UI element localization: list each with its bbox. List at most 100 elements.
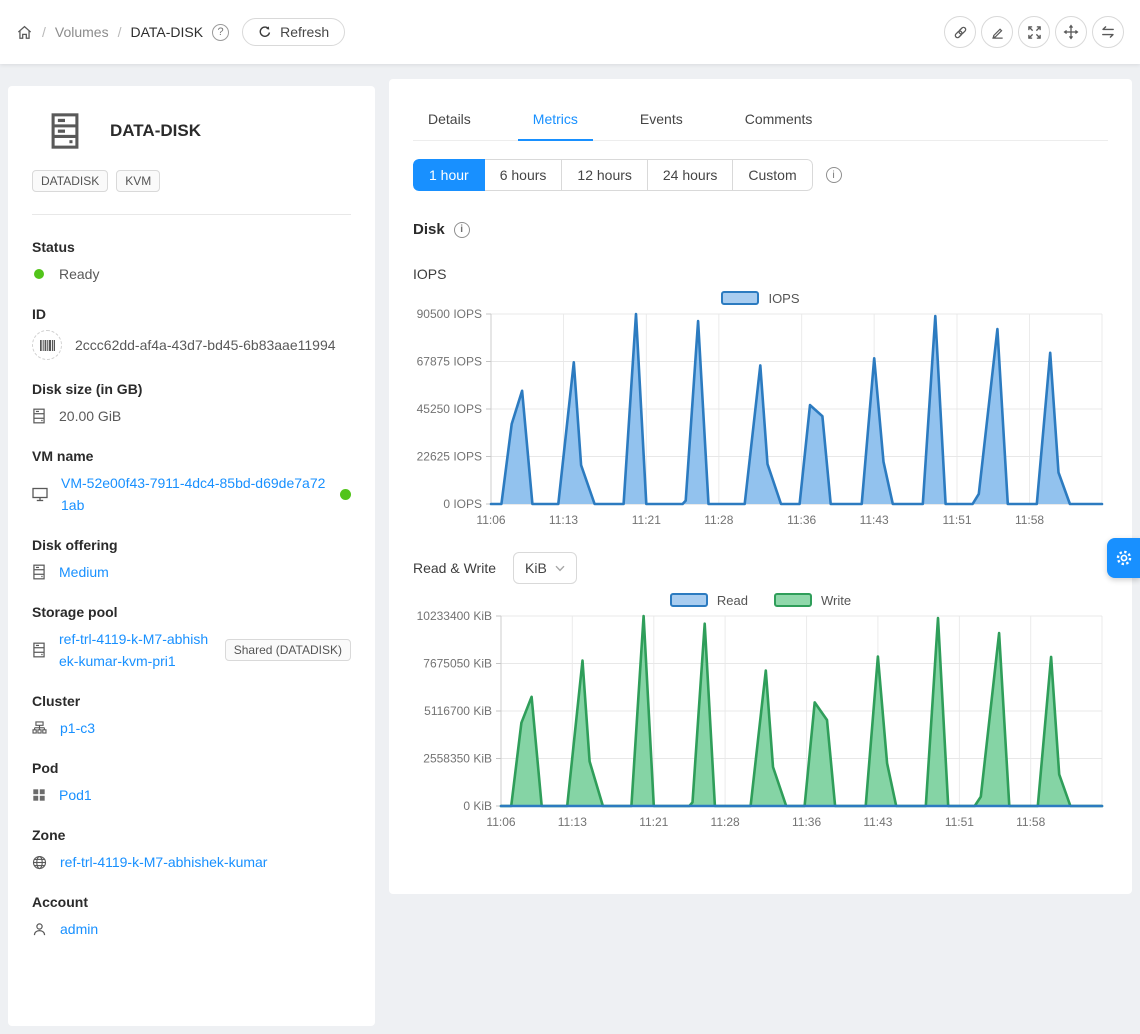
unit-select-value: KiB	[525, 560, 547, 576]
fullscreen-icon	[1027, 25, 1042, 40]
user-icon	[32, 922, 47, 937]
gear-icon	[1115, 549, 1133, 567]
readwrite-chart-canvas: 0 KiB2558350 KiB5116700 KiB7675050 KiB10…	[413, 610, 1108, 828]
svg-text:11:43: 11:43	[863, 815, 892, 828]
migrate-volume-button[interactable]	[1055, 16, 1087, 48]
time-range-1-hour[interactable]: 1 hour	[413, 159, 485, 191]
field-zone: Zone ref-trl-4119-k-M7-abhishek-kumar	[32, 827, 351, 873]
svg-text:45250 IOPS: 45250 IOPS	[417, 402, 482, 416]
resource-tags: DATADISK KVM	[32, 170, 351, 192]
time-range-group: 1 hour 6 hours 12 hours 24 hours Custom	[413, 159, 813, 191]
legend-label: Write	[821, 593, 851, 608]
desktop-icon	[32, 487, 48, 502]
swap-volume-button[interactable]	[1092, 16, 1124, 48]
pod-link[interactable]: Pod1	[59, 784, 92, 806]
legend-chip	[774, 593, 812, 607]
time-range-24-hours[interactable]: 24 hours	[648, 159, 733, 191]
field-storage-pool: Storage pool ref-trl-4119-k-M7-abhishek-…	[32, 604, 351, 672]
svg-text:90500 IOPS: 90500 IOPS	[417, 308, 482, 321]
disk-section-title: Disk i	[413, 221, 1108, 238]
move-icon	[1063, 24, 1079, 40]
time-range-row: 1 hour 6 hours 12 hours 24 hours Custom …	[413, 159, 1108, 191]
svg-text:11:06: 11:06	[486, 815, 515, 828]
iops-chart: IOPS 0 IOPS 22625 IOPS 45250 IOPS 67875 IOP…	[413, 288, 1108, 526]
svg-text:11:13: 11:13	[549, 513, 578, 526]
field-pod: Pod Pod1	[32, 760, 351, 806]
refresh-button[interactable]: Refresh	[242, 18, 345, 46]
storage-pool-scope-tag: Shared (DATADISK)	[225, 639, 351, 661]
main-content: DATA-DISK DATADISK KVM Status Ready ID	[0, 64, 1140, 1034]
svg-text:22625 IOPS: 22625 IOPS	[417, 450, 482, 464]
time-range-custom[interactable]: Custom	[733, 159, 812, 191]
iops-chart-legend: IOPS	[413, 288, 1108, 308]
tag-datadisk: DATADISK	[32, 170, 108, 192]
tag-kvm: KVM	[116, 170, 160, 192]
svg-text:0 IOPS: 0 IOPS	[443, 497, 482, 511]
storage-pool-link[interactable]: ref-trl-4119-k-M7-abhishek-kumar-kvm-pri…	[59, 628, 212, 672]
legend-label: IOPS	[768, 291, 799, 306]
svg-text:11:28: 11:28	[711, 815, 740, 828]
field-disk-offering: Disk offering Medium	[32, 537, 351, 583]
chevron-down-icon	[555, 565, 565, 572]
resource-head: DATA-DISK	[48, 112, 351, 150]
svg-text:7675050 KiB: 7675050 KiB	[423, 657, 492, 671]
breadcrumb-separator: /	[42, 24, 46, 40]
field-account: Account admin	[32, 894, 351, 940]
status-value: Ready	[59, 263, 99, 285]
field-disk-size: Disk size (in GB) 20.00 GiB	[32, 381, 351, 427]
breadcrumb-volumes[interactable]: Volumes	[55, 24, 109, 40]
detail-tabs: Details Metrics Events Comments	[413, 99, 1108, 141]
iops-chart-canvas: 0 IOPS 22625 IOPS 45250 IOPS 67875 IOPS 9050…	[413, 308, 1108, 526]
edit-volume-button[interactable]	[981, 16, 1013, 48]
tab-metrics[interactable]: Metrics	[518, 99, 593, 140]
svg-text:11:06: 11:06	[476, 513, 505, 526]
tab-comments[interactable]: Comments	[730, 99, 828, 140]
legend-item-read[interactable]: Read	[670, 593, 748, 608]
resource-title: DATA-DISK	[110, 121, 201, 141]
svg-text:2558350 KiB: 2558350 KiB	[423, 752, 492, 766]
tab-details[interactable]: Details	[413, 99, 486, 140]
cluster-icon	[32, 721, 47, 736]
svg-text:11:51: 11:51	[942, 513, 971, 526]
svg-text:67875 IOPS: 67875 IOPS	[417, 355, 482, 369]
resize-volume-button[interactable]	[1018, 16, 1050, 48]
storage-icon	[32, 642, 46, 658]
readwrite-chart: Read Write 0 KiB2558350 KiB5116700 KiB767…	[413, 590, 1108, 828]
svg-text:11:58: 11:58	[1015, 513, 1044, 526]
disk-offering-link[interactable]: Medium	[59, 561, 109, 583]
help-icon[interactable]: ?	[212, 24, 229, 41]
resource-info-card: DATA-DISK DATADISK KVM Status Ready ID	[8, 86, 375, 1026]
disk-info-icon[interactable]: i	[454, 222, 470, 238]
zone-link[interactable]: ref-trl-4119-k-M7-abhishek-kumar	[60, 851, 267, 873]
svg-text:11:21: 11:21	[639, 815, 668, 828]
cluster-link[interactable]: p1-c3	[60, 717, 95, 739]
settings-fab[interactable]	[1107, 538, 1140, 578]
unit-select[interactable]: KiB	[513, 552, 577, 584]
attach-volume-button[interactable]	[944, 16, 976, 48]
account-link[interactable]: admin	[60, 918, 98, 940]
svg-text:11:36: 11:36	[787, 513, 816, 526]
field-status: Status Ready	[32, 239, 351, 285]
time-range-12-hours[interactable]: 12 hours	[562, 159, 647, 191]
tab-events[interactable]: Events	[625, 99, 698, 140]
svg-text:11:21: 11:21	[632, 513, 661, 526]
svg-text:11:58: 11:58	[1016, 815, 1045, 828]
id-value: 2ccc62dd-af4a-43d7-bd45-6b83aae11994	[75, 334, 336, 356]
time-range-info-icon[interactable]: i	[826, 167, 842, 183]
legend-item-write[interactable]: Write	[774, 593, 851, 608]
hdd-icon	[32, 408, 46, 424]
barcode-icon	[32, 330, 62, 360]
legend-chip	[670, 593, 708, 607]
breadcrumb-current: DATA-DISK	[130, 24, 203, 40]
hdd-icon	[32, 564, 46, 580]
home-icon[interactable]	[16, 24, 33, 41]
divider	[32, 214, 351, 215]
legend-item-iops[interactable]: IOPS	[721, 291, 799, 306]
time-range-6-hours[interactable]: 6 hours	[485, 159, 563, 191]
vm-name-link[interactable]: VM-52e00f43-7911-4dc4-85bd-d69de7a721ab	[61, 472, 327, 516]
breadcrumb: / Volumes / DATA-DISK ?	[16, 24, 229, 41]
vm-status-dot	[340, 489, 351, 500]
disk-size-value: 20.00 GiB	[59, 405, 121, 427]
top-header: / Volumes / DATA-DISK ? Refresh	[0, 0, 1140, 64]
legend-label: Read	[717, 593, 748, 608]
